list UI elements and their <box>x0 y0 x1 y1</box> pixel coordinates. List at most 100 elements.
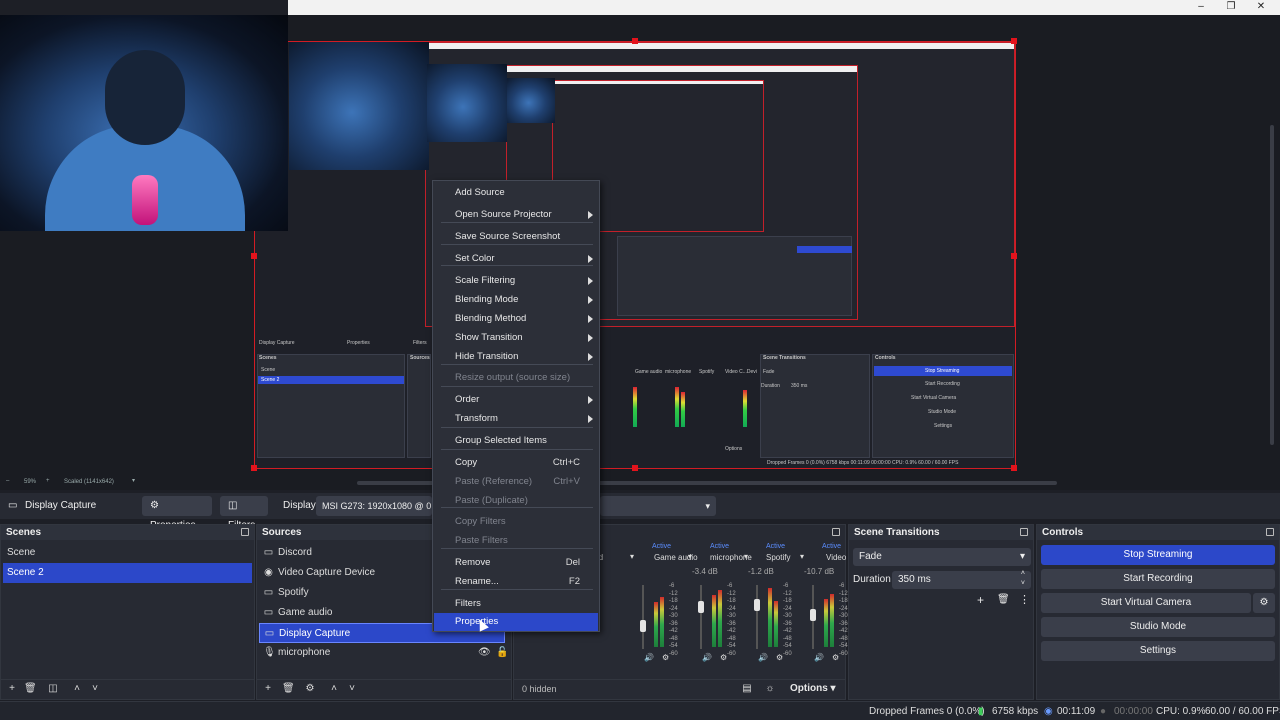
lock-icon[interactable]: 🔓 <box>496 643 508 663</box>
add-icon[interactable]: + <box>977 593 984 607</box>
move-down-icon[interactable]: ˅ <box>346 683 358 695</box>
menu-item-copy[interactable]: Copy Ctrl+C <box>434 454 598 472</box>
menu-item-label: Blending Method <box>455 313 527 324</box>
channel-menu-icon[interactable]: ▾ <box>800 552 804 561</box>
dock-float-icon[interactable] <box>1020 528 1028 536</box>
menu-item-show-transition[interactable]: Show Transition <box>434 329 598 347</box>
transition-select[interactable]: Fade ▾ <box>853 548 1031 566</box>
nested-fade: Fade <box>763 369 775 375</box>
fader-track[interactable] <box>642 585 644 649</box>
minimize-icon[interactable]: – <box>1186 0 1216 15</box>
eye-icon[interactable]: 👁 <box>478 643 491 663</box>
menu-item-filters[interactable]: Filters <box>434 595 598 613</box>
volume-fader[interactable] <box>810 609 816 622</box>
dock-float-icon[interactable] <box>832 528 840 536</box>
gear-icon[interactable]: ⚙ <box>720 653 727 662</box>
gear-icon[interactable]: ⚙ <box>832 653 839 662</box>
options-label: Options <box>790 683 828 694</box>
stop-streaming-button[interactable]: Stop Streaming <box>1041 545 1275 565</box>
move-up-icon[interactable]: ˄ <box>71 683 83 695</box>
channel-menu-icon[interactable]: ▾ <box>630 552 634 561</box>
webcam-feed[interactable] <box>0 15 288 231</box>
menu-item-remove[interactable]: Remove Del <box>434 554 598 572</box>
preview-canvas[interactable]: Display Capture Properties Filters Scene… <box>251 38 1017 471</box>
link-icon[interactable]: ☼ <box>764 683 776 695</box>
trash-icon[interactable]: 🗑 <box>24 683 37 695</box>
menu-item-blending-method[interactable]: Blending Method <box>434 310 598 328</box>
close-icon[interactable]: ✕ <box>1246 0 1276 15</box>
add-icon[interactable]: + <box>262 683 274 695</box>
menu-item-scale-filtering[interactable]: Scale Filtering <box>434 272 598 290</box>
volume-fader[interactable] <box>698 601 704 614</box>
layout-icon[interactable]: ▤ <box>741 683 753 695</box>
nested-stop-streaming: Stop Streaming <box>925 368 960 374</box>
menu-item-hide-transition[interactable]: Hide Transition <box>434 348 598 366</box>
db-scale: -6-12-18-24-30-36-42-48-54-60 <box>839 583 848 658</box>
preview-area[interactable]: Display Capture Properties Filters Scene… <box>0 15 1280 490</box>
display-select[interactable]: MSI G273: 1920x1080 @ 0,0 <box>316 496 432 516</box>
menu-item-group-selected-items[interactable]: Group Selected Items <box>434 432 598 450</box>
channel-menu-icon[interactable]: ▾ <box>688 552 692 561</box>
dock-float-icon[interactable] <box>241 528 249 536</box>
preview-vertical-scrollbar[interactable] <box>1270 125 1274 445</box>
menu-item-properties[interactable]: Properties <box>434 613 598 631</box>
start-virtual-camera-button[interactable]: Start Virtual Camera <box>1041 593 1251 613</box>
start-recording-button[interactable]: Start Recording <box>1041 569 1275 589</box>
duration-input[interactable]: 350 ms ˄ ˅ <box>892 569 1031 589</box>
volume-fader[interactable] <box>640 620 646 633</box>
fader-track[interactable] <box>700 585 702 649</box>
stream-time: 00:11:09 <box>1057 706 1096 717</box>
restore-icon[interactable]: ❐ <box>1216 0 1246 15</box>
channel-name: Spotify <box>766 553 791 562</box>
move-up-icon[interactable]: ˄ <box>328 683 340 695</box>
spin-icon[interactable]: ˄ ˅ <box>1021 569 1025 589</box>
gear-icon[interactable]: ⚙ <box>304 683 316 695</box>
speaker-icon[interactable]: 🔊 <box>702 653 712 662</box>
speaker-icon[interactable]: 🔊 <box>758 653 768 662</box>
scene-item[interactable]: Scene <box>3 543 252 563</box>
menu-item-blending-mode[interactable]: Blending Mode <box>434 291 598 309</box>
filter-icon: ◫ <box>228 500 238 511</box>
more-icon[interactable]: ⋮ <box>1019 593 1030 606</box>
menu-item-rename[interactable]: Rename... F2 <box>434 573 598 591</box>
display-select-dropdown[interactable]: ▾ <box>600 496 716 516</box>
settings-button[interactable]: Settings <box>1041 641 1275 661</box>
filter-icon[interactable]: ◫ <box>47 683 59 695</box>
monitor-icon: ▭ <box>8 500 18 511</box>
options-button[interactable]: Options ▾ <box>790 683 836 694</box>
fader-track[interactable] <box>756 585 758 649</box>
virtual-camera-settings-button[interactable]: ⚙ <box>1253 593 1275 613</box>
add-icon[interactable]: + <box>6 683 18 695</box>
menu-shortcut: Ctrl+V <box>553 476 580 487</box>
nested-sources-title: Sources <box>410 355 430 361</box>
speaker-icon[interactable]: 🔊 <box>644 653 654 662</box>
menu-item-transform[interactable]: Transform <box>434 410 598 428</box>
channel-menu-icon[interactable]: ▾ <box>744 552 748 561</box>
db-scale-tick: -24 <box>727 605 736 612</box>
properties-button[interactable]: ⚙ Properties <box>142 496 212 531</box>
gear-icon[interactable]: ⚙ <box>662 653 669 662</box>
menu-item-label: Remove <box>455 557 491 568</box>
zoom-out-icon[interactable]: – <box>6 478 9 484</box>
menu-item-save-source-screenshot[interactable]: Save Source Screenshot <box>434 228 598 246</box>
source-item-microphone[interactable]: 🎙 microphone 👁 🔓 <box>259 643 509 663</box>
menu-item-add-source[interactable]: Add Source <box>434 184 598 202</box>
mixer-toolbar: 0 hidden ▤ ☼ Options ▾ <box>514 679 845 699</box>
menu-item-set-color[interactable]: Set Color <box>434 250 598 268</box>
trash-icon[interactable]: 🗑 <box>282 683 295 695</box>
dock-float-icon[interactable] <box>1266 528 1274 536</box>
menu-item-order[interactable]: Order <box>434 391 598 409</box>
move-down-icon[interactable]: ˅ <box>89 683 101 695</box>
speaker-icon[interactable]: 🔊 <box>814 653 824 662</box>
gear-icon[interactable]: ⚙ <box>776 653 783 662</box>
volume-fader[interactable] <box>754 598 760 611</box>
scenes-dock: Scenes Scene Scene 2 + 🗑 ◫ ˄ ˅ <box>0 524 255 700</box>
trash-icon[interactable]: 🗑 <box>997 594 1010 605</box>
studio-mode-button[interactable]: Studio Mode <box>1041 617 1275 637</box>
scale-mode[interactable]: Scaled (1141x642) <box>64 479 114 485</box>
zoom-in-icon[interactable]: + <box>46 478 50 484</box>
menu-item-open-source-projector[interactable]: Open Source Projector <box>434 206 598 224</box>
filters-button[interactable]: ◫ Filters <box>220 496 268 531</box>
scale-dropdown-icon[interactable]: ▾ <box>132 477 135 484</box>
scene-item-selected[interactable]: Scene 2 <box>3 563 252 583</box>
